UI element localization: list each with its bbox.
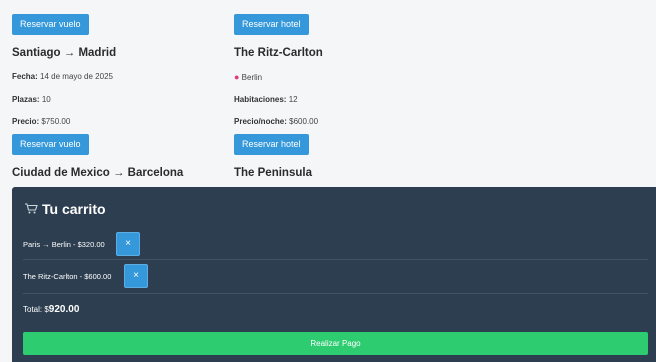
- divider: [23, 259, 648, 260]
- cart-icon: [25, 203, 38, 217]
- cart-item-label: Paris → Berlin - $320.00: [23, 240, 105, 249]
- cart-item-label: The Ritz-Carlton - $600.00: [23, 272, 112, 281]
- reserve-hotel-button[interactable]: Reservar hotel: [234, 14, 309, 35]
- cart-item: Paris → Berlin - $320.00 ×: [23, 232, 656, 258]
- reserve-hotel-button[interactable]: Reservar hotel: [234, 134, 309, 155]
- cart-total: Total: $920.00: [23, 304, 80, 315]
- flight-route-title: Ciudad de Mexico → Barcelona: [12, 167, 184, 179]
- hotel-rooms: Habitaciones: 12: [234, 95, 298, 104]
- hotel-name-title: The Peninsula: [234, 167, 312, 179]
- reserve-flight-button[interactable]: Reservar vuelo: [12, 134, 89, 155]
- flight-route-title: Santiago → Madrid: [12, 47, 117, 59]
- divider: [23, 293, 648, 294]
- flight-seats: Plazas: 10: [12, 95, 51, 104]
- hotel-price: Precio/noche: $600.00: [234, 117, 319, 126]
- checkout-button[interactable]: Realizar Pago: [23, 332, 648, 355]
- reserve-flight-button[interactable]: Reservar vuelo: [12, 14, 89, 35]
- location-pin-icon: ●: [234, 72, 240, 82]
- remove-item-button[interactable]: ×: [124, 264, 148, 288]
- remove-item-button[interactable]: ×: [116, 232, 140, 256]
- flight-price: Precio: $750.00: [12, 117, 71, 126]
- flight-date: Fecha: 14 de mayo de 2025: [12, 72, 113, 81]
- cart-panel: Tu carrito Paris → Berlin - $320.00 × Th…: [12, 187, 656, 362]
- hotel-location: ● Berlin: [234, 72, 263, 82]
- cart-item: The Ritz-Carlton - $600.00 ×: [23, 264, 656, 290]
- hotel-name-title: The Ritz-Carlton: [234, 47, 323, 59]
- cart-title: Tu carrito: [25, 201, 106, 217]
